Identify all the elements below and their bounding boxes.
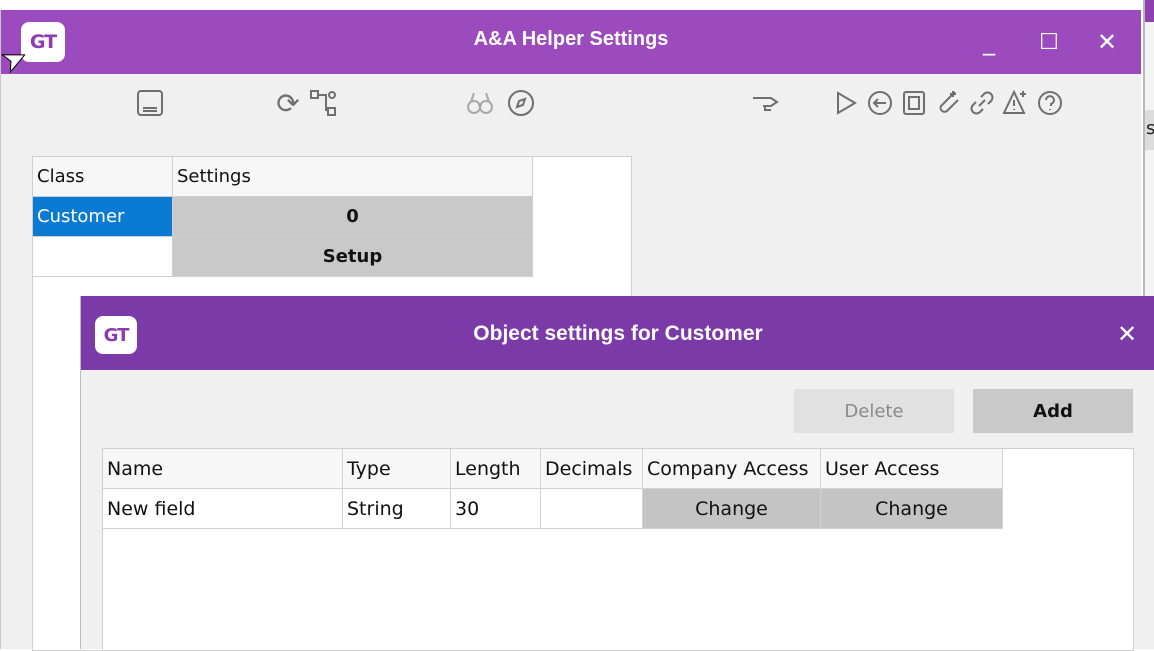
warning-icon[interactable] xyxy=(999,86,1033,120)
close-button[interactable]: ✕ xyxy=(1087,22,1127,62)
minimize-button[interactable]: _ xyxy=(969,22,1009,62)
class-cell-customer[interactable]: Customer xyxy=(33,197,173,237)
refresh-icon[interactable]: ⟳ xyxy=(271,86,305,120)
back-icon[interactable] xyxy=(863,86,897,120)
decimals-column-header[interactable]: Decimals xyxy=(541,449,643,489)
attach-icon[interactable] xyxy=(931,86,965,120)
delete-button[interactable]: Delete xyxy=(794,389,954,433)
save-icon[interactable] xyxy=(133,86,167,120)
help-icon[interactable] xyxy=(1033,86,1067,120)
fields-grid: Name Type Length Decimals Company Access… xyxy=(102,448,1134,651)
link-tree-icon[interactable] xyxy=(306,86,340,120)
clipboard-icon[interactable] xyxy=(897,86,931,120)
name-column-header[interactable]: Name xyxy=(103,449,343,489)
compass-icon[interactable] xyxy=(504,86,538,120)
main-titlebar[interactable]: GT A&A Helper Settings _ ☐ ✕ xyxy=(1,10,1141,74)
maximize-button[interactable]: ☐ xyxy=(1029,22,1069,62)
length-cell[interactable]: 30 xyxy=(451,489,541,529)
background-window-text: s xyxy=(1146,118,1154,139)
play-icon[interactable] xyxy=(829,86,863,120)
name-cell[interactable]: New field xyxy=(103,489,343,529)
class-column-header[interactable]: Class xyxy=(33,157,173,197)
decimals-cell[interactable] xyxy=(541,489,643,529)
dialog-title: Object settings for Customer xyxy=(473,322,763,345)
type-column-header[interactable]: Type xyxy=(343,449,451,489)
dialog-titlebar[interactable]: GT Object settings for Customer ✕ xyxy=(81,296,1154,370)
setup-button[interactable]: Setup xyxy=(173,237,533,277)
user-access-column-header[interactable]: User Access xyxy=(821,449,1003,489)
chain-link-icon[interactable] xyxy=(965,86,999,120)
settings-count-button[interactable]: 0 xyxy=(173,197,533,237)
pointer-hand-icon[interactable] xyxy=(749,86,783,120)
settings-column-header[interactable]: Settings xyxy=(173,157,533,197)
length-column-header[interactable]: Length xyxy=(451,449,541,489)
user-access-change-button[interactable]: Change xyxy=(821,489,1003,529)
company-access-change-button[interactable]: Change xyxy=(643,489,821,529)
company-access-column-header[interactable]: Company Access xyxy=(643,449,821,489)
type-cell[interactable]: String xyxy=(343,489,451,529)
dialog-close-button[interactable]: ✕ xyxy=(1107,314,1147,354)
class-cell-empty[interactable] xyxy=(33,237,173,277)
binoculars-icon[interactable] xyxy=(463,86,497,120)
add-button[interactable]: Add xyxy=(973,389,1133,433)
